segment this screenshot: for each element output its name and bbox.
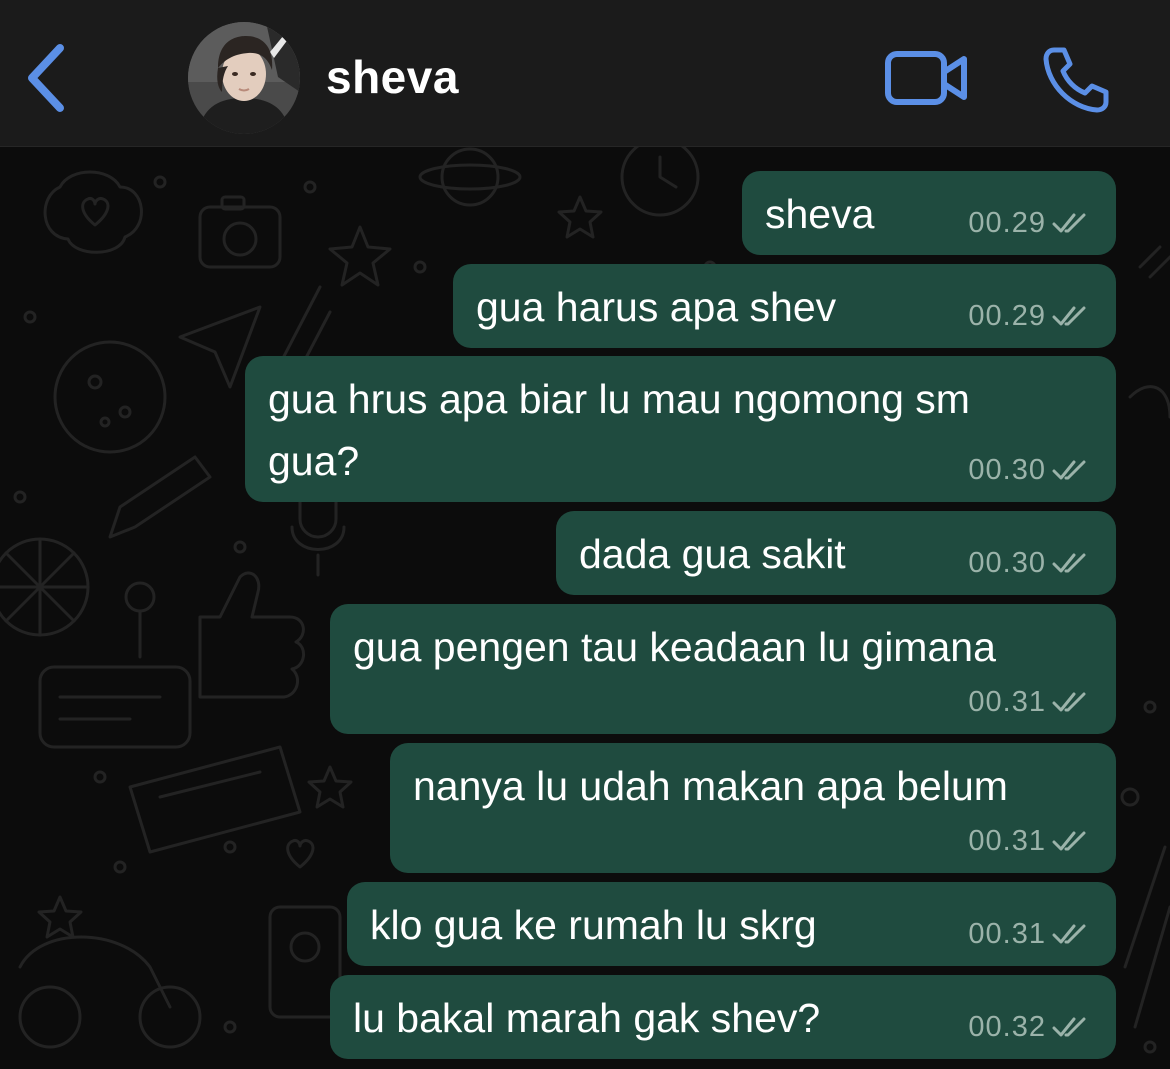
message-bubble[interactable]: lu bakal marah gak shev? 00.32 [330, 975, 1116, 1059]
message-meta: 00.30 [968, 452, 1088, 488]
message-bubble[interactable]: nanya lu udah makan apa belum 00.31 [390, 743, 1116, 873]
message-text: sheva [765, 191, 875, 237]
message-text-line: gua hrus apa biar lu mau ngomong sm [268, 376, 970, 422]
message-time: 00.31 [968, 917, 1046, 950]
video-call-button[interactable] [884, 50, 970, 106]
double-check-icon [1052, 213, 1086, 233]
message-meta: 00.30 [968, 545, 1088, 581]
message-text: klo gua ke rumah lu skrg [370, 902, 817, 948]
message-text: dada gua sakit [579, 531, 846, 577]
double-check-icon [1052, 1017, 1086, 1037]
message-time: 00.31 [968, 824, 1046, 857]
message-bubble[interactable]: sheva 00.29 [742, 171, 1116, 255]
message-area[interactable]: sheva 00.29 gua harus apa shev 00.29 gua… [0, 147, 1170, 1069]
avatar[interactable] [188, 22, 300, 134]
message-meta: 00.31 [968, 823, 1088, 859]
message-meta: 00.31 [968, 684, 1088, 720]
message-text: gua pengen tau keadaan lu gimana [353, 624, 996, 670]
message-time: 00.29 [968, 206, 1046, 239]
double-check-icon [1052, 553, 1086, 573]
double-check-icon [1052, 831, 1086, 851]
message-meta: 00.29 [968, 205, 1088, 241]
chat-header: sheva [0, 0, 1170, 147]
avatar-photo [188, 22, 300, 134]
double-check-icon [1052, 924, 1086, 944]
video-camera-icon [885, 51, 967, 105]
chat-screen: sheva sheva 00.29 gua harus apa shev 00.… [0, 0, 1170, 1069]
message-time: 00.30 [968, 453, 1046, 486]
message-bubble[interactable]: gua pengen tau keadaan lu gimana 00.31 [330, 604, 1116, 734]
message-bubble[interactable]: klo gua ke rumah lu skrg 00.31 [347, 882, 1116, 966]
message-time: 00.32 [968, 1010, 1046, 1043]
message-text: gua hrus apa biar lu mau ngomong sm gua? [268, 368, 970, 492]
message-list: sheva 00.29 gua harus apa shev 00.29 gua… [0, 147, 1170, 1069]
message-text: lu bakal marah gak shev? [353, 995, 821, 1041]
double-check-icon [1052, 692, 1086, 712]
message-text-line: gua? [268, 438, 360, 484]
message-time: 00.30 [968, 546, 1046, 579]
chevron-left-icon [28, 44, 64, 112]
double-check-icon [1052, 306, 1086, 326]
back-button[interactable] [22, 40, 76, 116]
contact-name[interactable]: sheva [326, 50, 459, 104]
message-text: nanya lu udah makan apa belum [413, 763, 1008, 809]
message-meta: 00.31 [968, 916, 1088, 952]
voice-call-button[interactable] [1040, 44, 1112, 116]
message-bubble[interactable]: dada gua sakit 00.30 [556, 511, 1116, 595]
message-meta: 00.32 [968, 1009, 1088, 1045]
message-time: 00.29 [968, 299, 1046, 332]
double-check-icon [1052, 460, 1086, 480]
message-bubble[interactable]: gua harus apa shev 00.29 [453, 264, 1116, 348]
phone-icon [1043, 47, 1109, 113]
message-time: 00.31 [968, 685, 1046, 718]
message-bubble[interactable]: gua hrus apa biar lu mau ngomong sm gua?… [245, 356, 1116, 502]
message-text: gua harus apa shev [476, 284, 837, 330]
message-meta: 00.29 [968, 298, 1088, 334]
